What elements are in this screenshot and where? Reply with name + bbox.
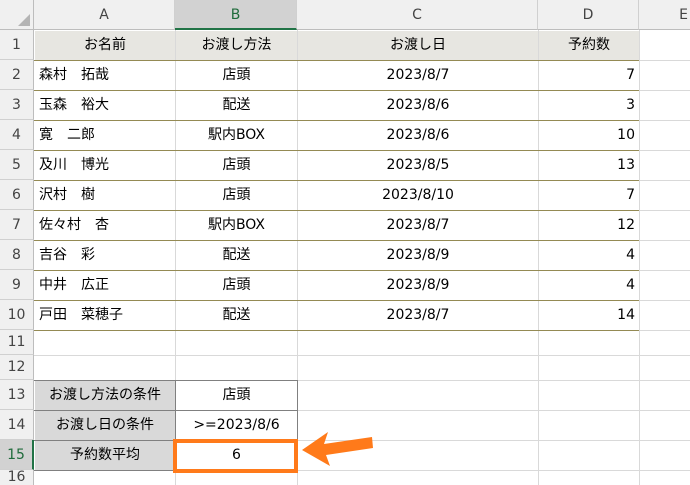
cell-date[interactable]: 2023/8/5 bbox=[298, 151, 538, 180]
header-method[interactable]: お渡し方法 bbox=[176, 31, 297, 60]
column-header-a[interactable]: A bbox=[34, 0, 175, 30]
cell-name[interactable]: 吉谷 彩 bbox=[35, 241, 175, 270]
row-header-4[interactable]: 4 bbox=[0, 120, 34, 150]
cell-name[interactable]: 寛 二郎 bbox=[35, 121, 175, 150]
cell-count[interactable]: 3 bbox=[539, 91, 639, 120]
cell-method[interactable]: 駅内BOX bbox=[176, 121, 297, 150]
cell-name[interactable]: 戸田 菜穂子 bbox=[35, 301, 175, 330]
row-header-12[interactable]: 12 bbox=[0, 355, 34, 380]
row-header-8[interactable]: 8 bbox=[0, 240, 34, 270]
select-all-triangle-icon bbox=[18, 14, 30, 26]
select-all-corner[interactable] bbox=[0, 0, 34, 30]
row-header-13[interactable]: 13 bbox=[0, 380, 34, 410]
date-condition-value[interactable]: >=2023/8/6 bbox=[176, 411, 297, 440]
cell-method[interactable]: 配送 bbox=[176, 241, 297, 270]
cell-date[interactable]: 2023/8/9 bbox=[298, 241, 538, 270]
row-header-7[interactable]: 7 bbox=[0, 210, 34, 240]
column-header-b[interactable]: B bbox=[175, 0, 297, 30]
cell-method[interactable]: 駅内BOX bbox=[176, 211, 297, 240]
cell-date[interactable]: 2023/8/6 bbox=[298, 121, 538, 150]
cell-date[interactable]: 2023/8/7 bbox=[298, 61, 538, 90]
cell-count[interactable]: 7 bbox=[539, 61, 639, 90]
average-label[interactable]: 予約数平均 bbox=[35, 441, 175, 470]
cell-method[interactable]: 配送 bbox=[176, 91, 297, 120]
cell-name[interactable]: 沢村 樹 bbox=[35, 181, 175, 210]
cell-count[interactable]: 4 bbox=[539, 241, 639, 270]
cell-name[interactable]: 森村 拓哉 bbox=[35, 61, 175, 90]
cell-count[interactable]: 13 bbox=[539, 151, 639, 180]
header-name[interactable]: お名前 bbox=[35, 31, 175, 60]
cell-name[interactable]: 玉森 裕大 bbox=[35, 91, 175, 120]
spreadsheet: A B C D E 1 2 3 4 5 6 7 8 9 10 11 12 13 … bbox=[0, 0, 690, 485]
header-date[interactable]: お渡し日 bbox=[298, 31, 538, 60]
header-count[interactable]: 予約数 bbox=[539, 31, 639, 60]
cell-count[interactable]: 10 bbox=[539, 121, 639, 150]
row-header-6[interactable]: 6 bbox=[0, 180, 34, 210]
cell-name[interactable]: 中井 広正 bbox=[35, 271, 175, 300]
column-header-c[interactable]: C bbox=[297, 0, 538, 30]
cell-method[interactable]: 配送 bbox=[176, 301, 297, 330]
method-condition-label[interactable]: お渡し方法の条件 bbox=[35, 381, 175, 410]
cell-method[interactable]: 店頭 bbox=[176, 151, 297, 180]
pointer-arrow-icon bbox=[302, 432, 373, 466]
date-condition-label[interactable]: お渡し日の条件 bbox=[35, 411, 175, 440]
cell-method[interactable]: 店頭 bbox=[176, 181, 297, 210]
column-header-e[interactable]: E bbox=[639, 0, 690, 30]
cell-date[interactable]: 2023/8/7 bbox=[298, 211, 538, 240]
cell-method[interactable]: 店頭 bbox=[176, 61, 297, 90]
row-header-1[interactable]: 1 bbox=[0, 30, 34, 60]
row-header-9[interactable]: 9 bbox=[0, 270, 34, 300]
cell-date[interactable]: 2023/8/9 bbox=[298, 271, 538, 300]
cell-count[interactable]: 4 bbox=[539, 271, 639, 300]
cell-count[interactable]: 14 bbox=[539, 301, 639, 330]
row-header-16[interactable]: 16 bbox=[0, 470, 34, 485]
row-header-2[interactable]: 2 bbox=[0, 60, 34, 90]
cell-method[interactable]: 店頭 bbox=[176, 271, 297, 300]
row-header-11[interactable]: 11 bbox=[0, 330, 34, 355]
cell-date[interactable]: 2023/8/10 bbox=[298, 181, 538, 210]
row-header-3[interactable]: 3 bbox=[0, 90, 34, 120]
cell-date[interactable]: 2023/8/7 bbox=[298, 301, 538, 330]
row-header-10[interactable]: 10 bbox=[0, 300, 34, 330]
cell-date[interactable]: 2023/8/6 bbox=[298, 91, 538, 120]
method-condition-value[interactable]: 店頭 bbox=[176, 381, 297, 410]
row-header-5[interactable]: 5 bbox=[0, 150, 34, 180]
row-header-15[interactable]: 15 bbox=[0, 440, 34, 470]
result-highlight-box bbox=[173, 439, 298, 473]
cell-count[interactable]: 7 bbox=[539, 181, 639, 210]
cell-count[interactable]: 12 bbox=[539, 211, 639, 240]
cell-name[interactable]: 佐々村 杏 bbox=[35, 211, 175, 240]
cell-name[interactable]: 及川 博光 bbox=[35, 151, 175, 180]
column-header-d[interactable]: D bbox=[538, 0, 639, 30]
row-header-14[interactable]: 14 bbox=[0, 410, 34, 440]
